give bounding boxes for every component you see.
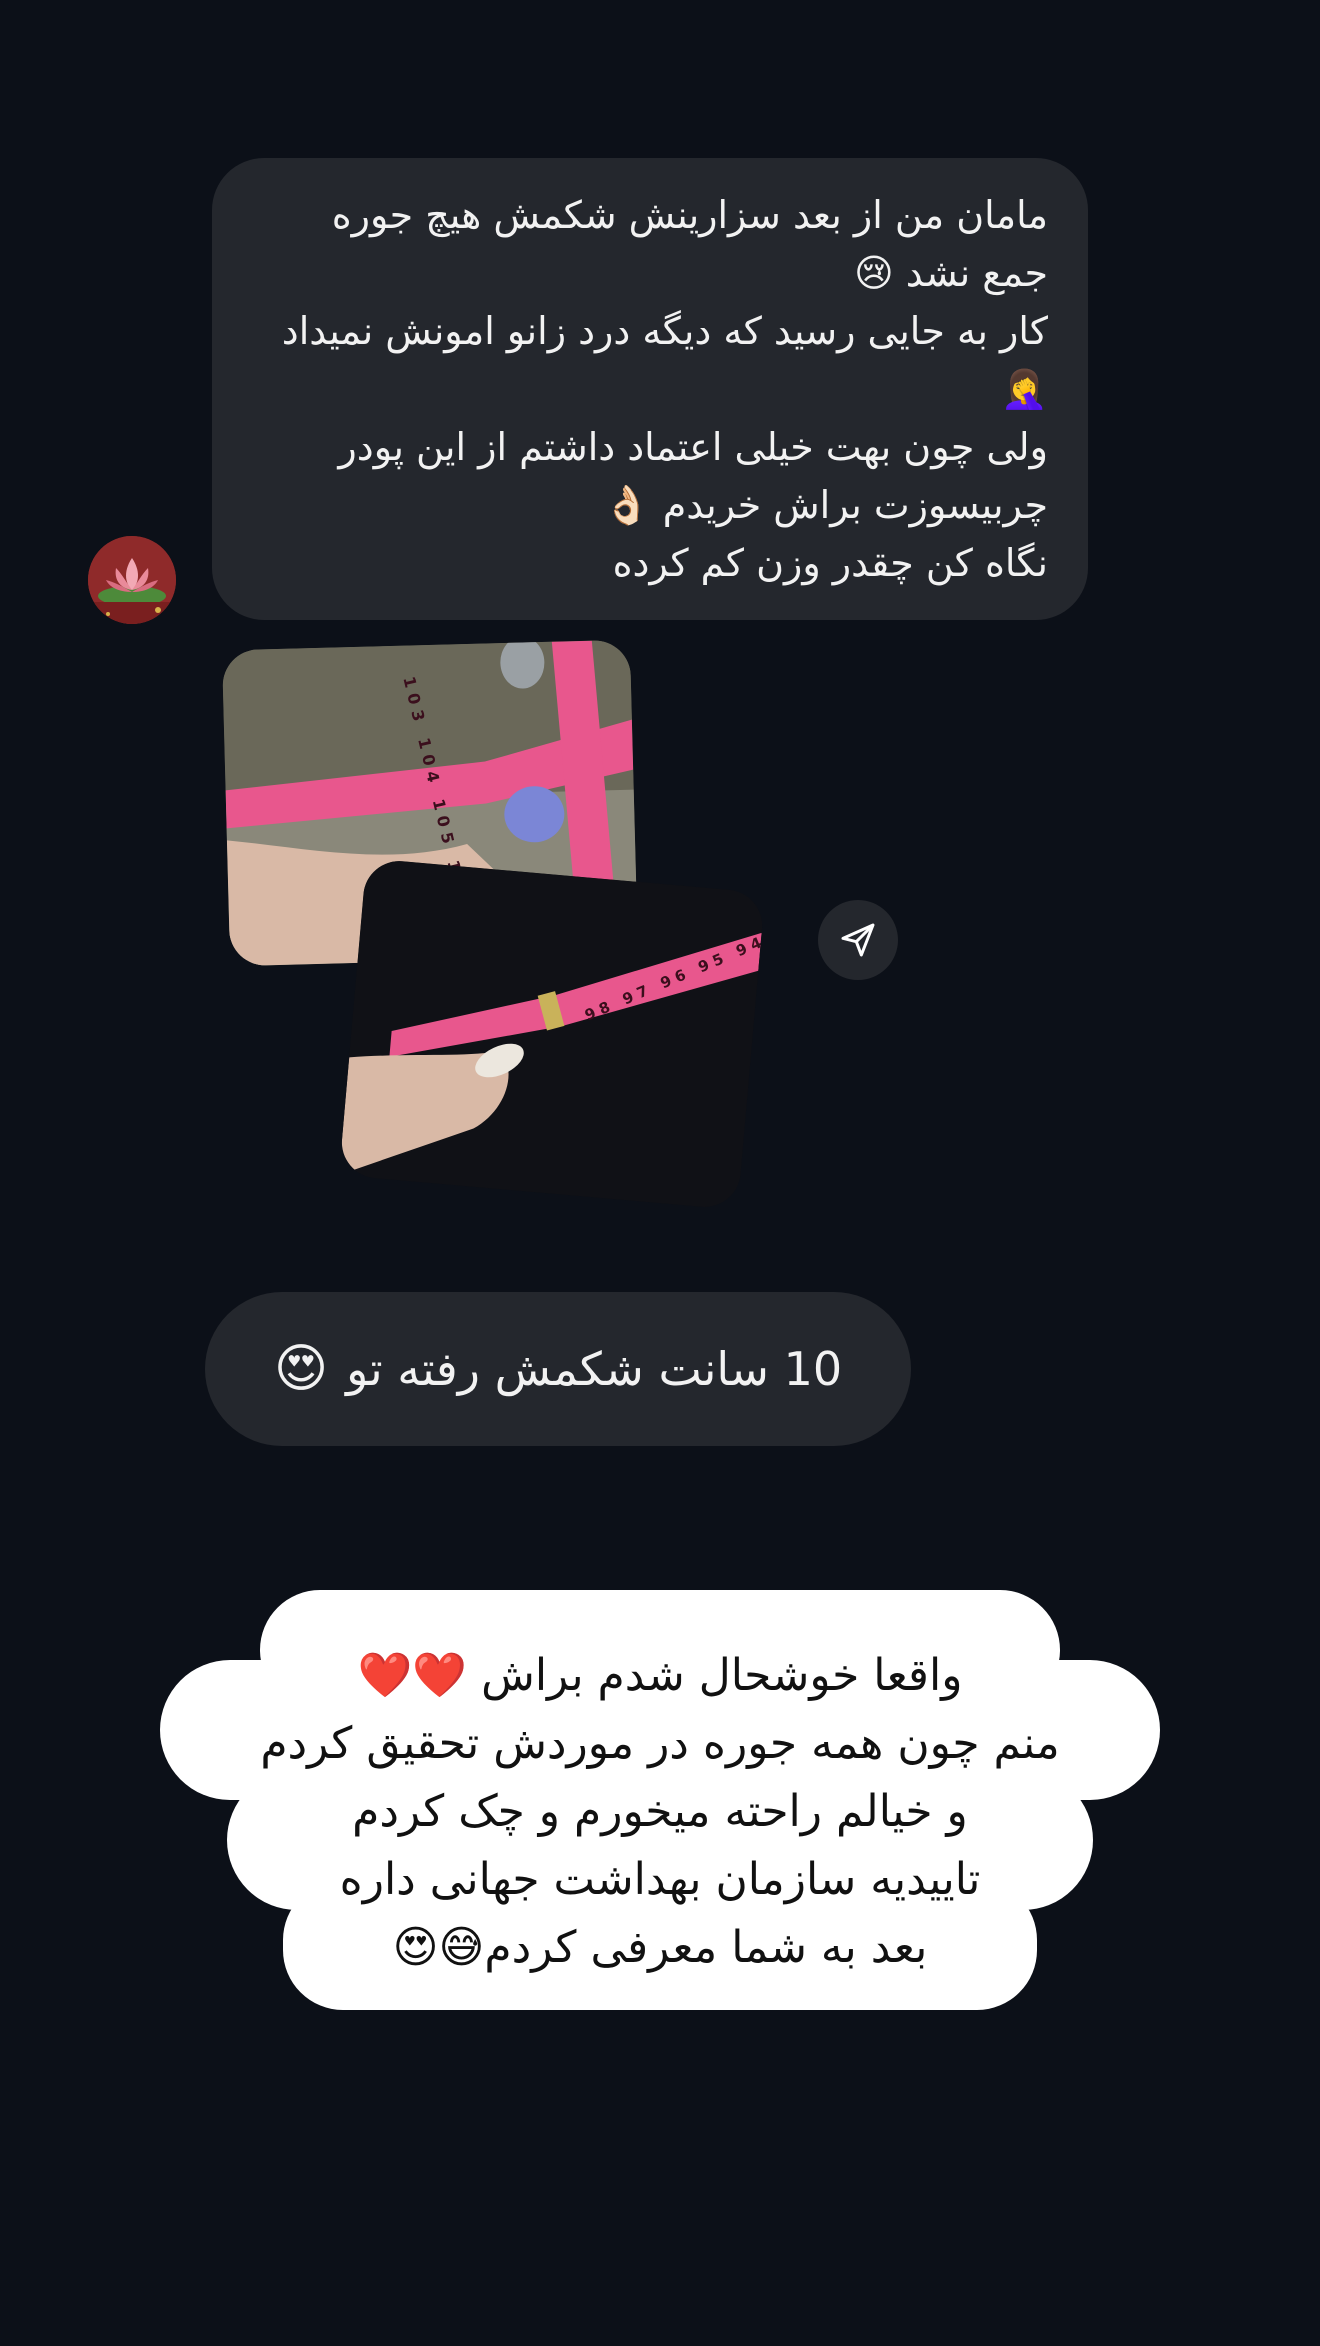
heart-eyes-emoji: 😍 xyxy=(273,1339,329,1399)
lotus-avatar-icon xyxy=(88,536,176,624)
incoming-message-bubble[interactable]: مامان من از بعد سزارینش شکمش هیچ جوره جم… xyxy=(212,158,1088,620)
sticker-line: تاییدیه سازمان بهداشت جهانی داره xyxy=(339,1854,981,1905)
share-button[interactable] xyxy=(818,900,898,980)
sender-avatar[interactable] xyxy=(88,536,176,624)
message-line: ولی چون بهت خیلی اعتماد داشتم از این پود… xyxy=(338,425,1048,469)
paper-plane-icon xyxy=(841,923,875,957)
message-line: چربیسوزت براش خریدم 👌🏻 xyxy=(603,483,1048,527)
measuring-tape-photo-after[interactable]: 98 97 96 95 94 xyxy=(338,858,766,1210)
reply-text-sticker[interactable]: واقعا خوشحال شدم براش ❤️❤️ منم چون همه ج… xyxy=(160,1590,1160,2020)
message-line: مامان من از بعد سزارینش شکمش هیچ جوره xyxy=(331,193,1048,237)
sticker-line: بعد به شما معرفی کردم😅😍 xyxy=(392,1922,928,1973)
sticker-line: واقعا خوشحال شدم براش ❤️❤️ xyxy=(357,1650,963,1701)
photo-after-art xyxy=(338,858,766,1210)
sticker-text: واقعا خوشحال شدم براش ❤️❤️ منم چون همه ج… xyxy=(160,1642,1160,1982)
message-line: نگاه کن چقدر وزن کم کرده xyxy=(612,541,1048,585)
sticker-line: منم چون همه جوره در موردش تحقیق کردم xyxy=(260,1718,1060,1769)
message-line: کار به جایی رسید که دیگه درد زانو امونش … xyxy=(281,309,1048,353)
photo-collage[interactable]: 103 104 105 106 108 98 97 96 95 94 xyxy=(220,639,780,1225)
message-line: 🤦‍♀️ xyxy=(1000,367,1048,411)
follow-up-text: 10 سانت شکمش رفته تو xyxy=(346,1342,843,1396)
sticker-line: و خیالم راحته میخورم و چک کردم xyxy=(352,1786,968,1837)
follow-up-message-bubble[interactable]: 10 سانت شکمش رفته تو 😍 xyxy=(205,1292,911,1446)
message-line: جمع نشد 😢 xyxy=(854,251,1048,295)
